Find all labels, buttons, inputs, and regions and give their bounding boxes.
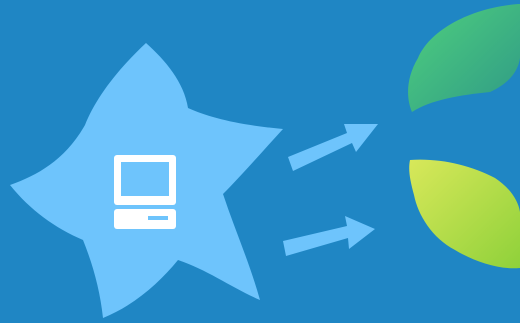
arrow-upper-icon — [288, 124, 378, 171]
computer-icon — [114, 155, 176, 229]
leaf-top-icon — [408, 4, 520, 112]
illustration-svg — [10, 4, 520, 318]
arrow-lower-icon — [283, 216, 375, 256]
illustration-canvas — [0, 0, 520, 323]
leaf-bottom-icon — [409, 159, 520, 269]
